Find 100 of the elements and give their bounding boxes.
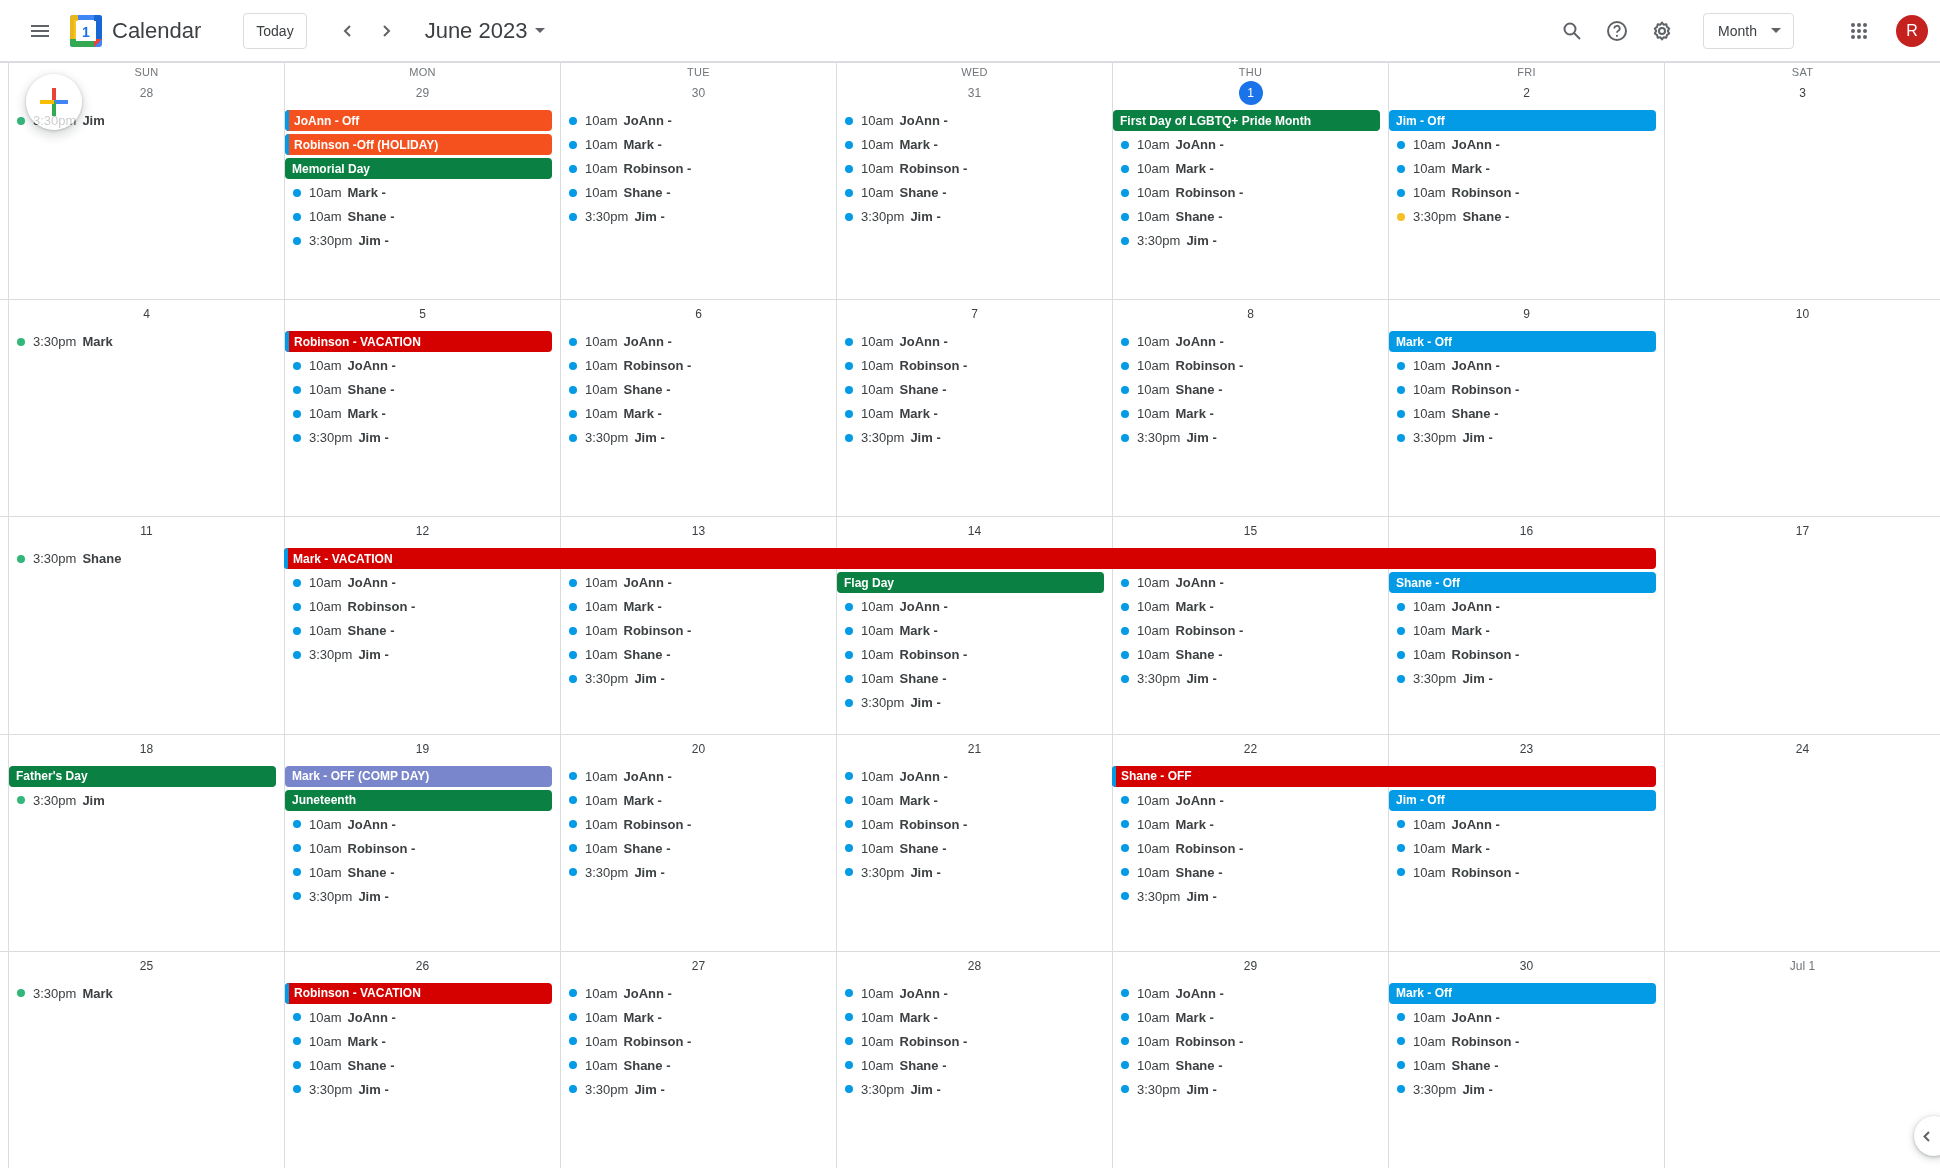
date-number[interactable]: 14 xyxy=(962,519,987,544)
event-item[interactable]: 3:30pm Jim - xyxy=(1113,1078,1380,1100)
event-item[interactable]: 10am Robinson - xyxy=(837,644,1104,666)
event-item[interactable]: 10am JoAnn - xyxy=(561,572,828,594)
today-button[interactable]: Today xyxy=(243,12,307,49)
event-item[interactable]: 10am Mark - xyxy=(1389,158,1656,179)
event-item[interactable]: 10am Shane - xyxy=(1389,1054,1656,1076)
event-item[interactable]: 10am Mark - xyxy=(561,596,828,618)
event-item[interactable]: 3:30pm Jim - xyxy=(837,206,1104,227)
event-item[interactable]: 3:30pm Mark xyxy=(9,331,276,352)
period-selector[interactable]: June 2023 xyxy=(420,13,550,48)
date-number[interactable]: 13 xyxy=(686,519,711,544)
event-item[interactable]: 10am Robinson - xyxy=(1389,861,1656,883)
event-item[interactable]: 3:30pm Jim - xyxy=(837,427,1104,448)
event-item[interactable]: 10am JoAnn - xyxy=(561,982,828,1004)
event-item[interactable]: 10am JoAnn - xyxy=(1389,813,1656,835)
event-item[interactable]: 10am Mark - xyxy=(1389,837,1656,859)
date-number[interactable]: 18 xyxy=(134,736,159,761)
event-item[interactable]: 10am Mark - xyxy=(1113,158,1380,179)
date-number[interactable]: 9 xyxy=(1514,302,1539,326)
event-item[interactable]: 10am Robinson - xyxy=(285,596,552,618)
event-item[interactable]: 10am Mark - xyxy=(837,403,1104,424)
event-item[interactable]: 10am Robinson - xyxy=(1389,379,1656,400)
event-item[interactable]: 10am JoAnn - xyxy=(561,110,828,131)
date-number[interactable]: 2 xyxy=(1514,81,1539,105)
event-item[interactable]: 10am Shane - xyxy=(837,182,1104,203)
event-chip[interactable]: Flag Day xyxy=(837,572,1104,594)
event-item[interactable]: 10am Robinson - xyxy=(1389,1030,1656,1052)
event-item[interactable]: 3:30pm Jim xyxy=(9,789,276,811)
event-item[interactable]: 3:30pm Shane - xyxy=(1389,206,1656,227)
event-item[interactable]: 3:30pm Jim - xyxy=(285,885,552,907)
event-item[interactable]: 10am Shane - xyxy=(285,206,552,227)
create-button[interactable] xyxy=(26,74,82,130)
event-item[interactable]: 3:30pm Jim - xyxy=(561,206,828,227)
event-item[interactable]: 10am Robinson - xyxy=(837,158,1104,179)
event-item[interactable]: 3:30pm Jim - xyxy=(1389,668,1656,690)
event-item[interactable]: 10am Shane - xyxy=(561,837,828,859)
event-item[interactable]: 10am JoAnn - xyxy=(1113,982,1380,1004)
account-avatar[interactable]: R xyxy=(1896,14,1928,47)
date-number[interactable]: 5 xyxy=(410,302,435,326)
event-item[interactable]: 10am Robinson - xyxy=(837,813,1104,835)
event-item[interactable]: 10am Mark - xyxy=(837,134,1104,155)
event-item[interactable]: 10am Mark - xyxy=(1113,813,1380,835)
event-item[interactable]: 10am JoAnn - xyxy=(561,331,828,352)
event-item[interactable]: 10am JoAnn - xyxy=(285,813,552,835)
event-item[interactable]: 10am Shane - xyxy=(1113,206,1380,227)
event-item[interactable]: 10am JoAnn - xyxy=(285,1006,552,1028)
date-number[interactable]: 20 xyxy=(686,736,711,761)
event-item[interactable]: 3:30pm Jim - xyxy=(561,427,828,448)
event-item[interactable]: 10am Robinson - xyxy=(837,355,1104,376)
event-chip[interactable]: Juneteenth xyxy=(285,789,552,811)
date-number[interactable]: 12 xyxy=(410,519,435,544)
event-item[interactable]: 3:30pm Jim - xyxy=(1389,1078,1656,1100)
event-item[interactable]: 10am Shane - xyxy=(561,379,828,400)
event-item[interactable]: 10am Robinson - xyxy=(561,813,828,835)
date-number[interactable]: 16 xyxy=(1514,519,1539,544)
calendar-logo[interactable]: 1 xyxy=(70,14,102,47)
event-item[interactable]: 10am Robinson - xyxy=(561,158,828,179)
event-item[interactable]: 10am JoAnn - xyxy=(837,331,1104,352)
event-item[interactable]: 3:30pm Jim - xyxy=(285,644,552,666)
date-number[interactable]: 30 xyxy=(686,81,711,105)
event-item[interactable]: 10am Mark - xyxy=(561,1006,828,1028)
event-item[interactable]: 10am Mark - xyxy=(1113,596,1380,618)
event-item[interactable]: 3:30pm Jim - xyxy=(285,427,552,448)
event-item[interactable]: 10am Robinson - xyxy=(1389,644,1656,666)
event-item[interactable]: 10am Shane - xyxy=(837,379,1104,400)
event-chip[interactable]: First Day of LGBTQ+ Pride Month xyxy=(1113,110,1380,131)
event-item[interactable]: 10am Shane - xyxy=(561,182,828,203)
event-item[interactable]: 10am Shane - xyxy=(1113,644,1380,666)
event-item[interactable]: 10am Shane - xyxy=(1113,1054,1380,1076)
event-item[interactable]: 10am Robinson - xyxy=(1113,1030,1380,1052)
event-item[interactable]: 10am Robinson - xyxy=(561,355,828,376)
event-item[interactable]: 10am JoAnn - xyxy=(1113,572,1380,594)
event-item[interactable]: 10am Robinson - xyxy=(561,1030,828,1052)
date-number[interactable]: 4 xyxy=(134,302,159,326)
event-item[interactable]: 10am Shane - xyxy=(285,1054,552,1076)
event-item[interactable]: 10am JoAnn - xyxy=(1389,596,1656,618)
event-item[interactable]: 3:30pm Jim - xyxy=(561,1078,828,1100)
event-item[interactable]: 10am Robinson - xyxy=(285,837,552,859)
event-item[interactable]: 10am Robinson - xyxy=(561,620,828,642)
date-number[interactable]: Jul 1 xyxy=(1787,953,1818,978)
date-number[interactable]: 17 xyxy=(1790,519,1815,544)
event-item[interactable]: 3:30pm Jim - xyxy=(561,861,828,883)
event-item[interactable]: 10am JoAnn - xyxy=(1389,355,1656,376)
event-chip[interactable]: Memorial Day xyxy=(285,158,552,179)
event-item[interactable]: 10am Shane - xyxy=(285,379,552,400)
event-item[interactable]: 10am JoAnn - xyxy=(837,110,1104,131)
event-item[interactable]: 10am Shane - xyxy=(1113,379,1380,400)
date-number[interactable]: 27 xyxy=(686,953,711,978)
event-item[interactable]: 3:30pm Jim - xyxy=(1113,668,1380,690)
date-number[interactable]: 24 xyxy=(1790,736,1815,761)
event-item[interactable]: 3:30pm Jim - xyxy=(1113,885,1380,907)
event-item[interactable]: 10am Shane - xyxy=(837,1054,1104,1076)
event-item[interactable]: 10am Robinson - xyxy=(1389,182,1656,203)
date-number[interactable]: 28 xyxy=(962,953,987,978)
date-number[interactable]: 30 xyxy=(1514,953,1539,978)
event-item[interactable]: 10am Mark - xyxy=(1113,1006,1380,1028)
event-item[interactable]: 3:30pm Mark xyxy=(9,982,276,1004)
event-item[interactable]: 10am Robinson - xyxy=(1113,182,1380,203)
date-number[interactable]: 8 xyxy=(1238,302,1263,326)
